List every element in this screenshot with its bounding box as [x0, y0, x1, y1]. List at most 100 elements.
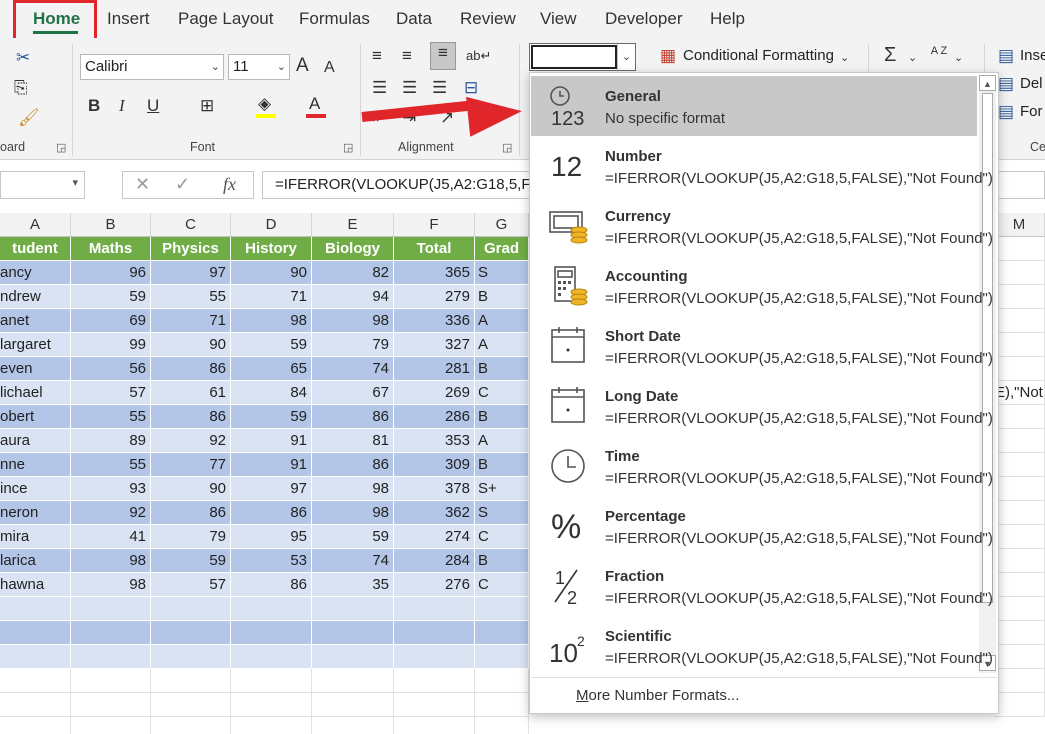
table-cell[interactable]: 276 — [394, 573, 475, 597]
conditional-formatting-button[interactable]: Conditional Formatting — [683, 47, 834, 64]
table-cell[interactable] — [231, 717, 312, 734]
header-cell[interactable]: Biology — [312, 237, 394, 261]
table-cell[interactable] — [475, 717, 529, 734]
number-format-option-currency[interactable]: Currency =IFERROR(VLOOKUP(J5,A2:G18,5,FAL… — [531, 196, 993, 256]
table-cell[interactable]: 89 — [71, 429, 151, 453]
table-cell[interactable]: 67 — [312, 381, 394, 405]
table-cell[interactable]: C — [475, 573, 529, 597]
align-bottom-icon[interactable]: ≡ — [430, 42, 456, 70]
table-cell[interactable]: A — [475, 309, 529, 333]
table-cell[interactable] — [151, 717, 231, 734]
table-cell[interactable]: 55 — [151, 285, 231, 309]
tab-home[interactable]: Home — [33, 9, 80, 29]
table-cell[interactable] — [71, 717, 151, 734]
column-header[interactable]: A — [0, 213, 71, 237]
table-cell[interactable] — [475, 597, 529, 621]
number-format-option-long-date[interactable]: Long Date =IFERROR(VLOOKUP(J5,A2:G18,5,FA… — [531, 376, 993, 436]
table-cell[interactable]: 92 — [151, 429, 231, 453]
table-cell[interactable]: 336 — [394, 309, 475, 333]
table-cell[interactable]: 86 — [151, 357, 231, 381]
table-cell[interactable] — [994, 549, 1045, 573]
table-cell[interactable]: 71 — [151, 309, 231, 333]
header-cell[interactable]: History — [231, 237, 312, 261]
delete-cells-button[interactable]: Del — [1020, 75, 1043, 92]
table-cell[interactable]: mira — [0, 525, 71, 549]
table-cell[interactable] — [312, 597, 394, 621]
number-format-option-time[interactable]: Time =IFERROR(VLOOKUP(J5,A2:G18,5,FALSE),… — [531, 436, 993, 496]
table-cell[interactable] — [231, 621, 312, 645]
table-cell[interactable]: even — [0, 357, 71, 381]
table-cell[interactable]: 98 — [312, 501, 394, 525]
format-painter-icon[interactable]: 🖌 — [18, 108, 40, 128]
table-cell[interactable] — [231, 597, 312, 621]
cut-icon[interactable]: ✂ — [16, 48, 30, 68]
table-cell[interactable]: 274 — [394, 525, 475, 549]
column-header[interactable]: G — [475, 213, 529, 237]
table-cell[interactable] — [312, 645, 394, 669]
table-cell[interactable] — [994, 429, 1045, 453]
table-cell[interactable]: S+ — [475, 477, 529, 501]
name-box[interactable]: ▾ — [0, 171, 85, 199]
table-cell[interactable]: 55 — [71, 405, 151, 429]
table-cell[interactable] — [475, 693, 529, 717]
table-cell[interactable]: 61 — [151, 381, 231, 405]
table-cell[interactable] — [231, 645, 312, 669]
table-cell[interactable] — [151, 645, 231, 669]
table-cell[interactable]: 71 — [231, 285, 312, 309]
table-cell[interactable]: hawna — [0, 573, 71, 597]
table-cell[interactable] — [151, 621, 231, 645]
delete-cells-icon[interactable]: ▤ — [998, 74, 1014, 94]
chevron-down-icon[interactable]: ⌄ — [617, 44, 635, 70]
tab-page-layout[interactable]: Page Layout — [178, 9, 273, 29]
table-cell[interactable]: 97 — [231, 477, 312, 501]
table-cell[interactable]: anet — [0, 309, 71, 333]
table-cell[interactable] — [994, 333, 1045, 357]
table-cell[interactable] — [71, 597, 151, 621]
align-left-icon[interactable]: ☰ — [372, 78, 387, 98]
number-format-option-accounting[interactable]: Accounting =IFERROR(VLOOKUP(J5,A2:G18,5,… — [531, 256, 993, 316]
tab-insert[interactable]: Insert — [107, 9, 150, 29]
table-cell[interactable]: 286 — [394, 405, 475, 429]
table-cell[interactable]: 86 — [312, 453, 394, 477]
table-cell[interactable] — [994, 309, 1045, 333]
table-cell[interactable]: 57 — [151, 573, 231, 597]
table-cell[interactable]: 327 — [394, 333, 475, 357]
table-cell[interactable]: 74 — [312, 357, 394, 381]
header-cell[interactable]: Physics — [151, 237, 231, 261]
table-cell[interactable] — [71, 693, 151, 717]
table-cell[interactable]: 79 — [151, 525, 231, 549]
table-cell[interactable]: 59 — [151, 549, 231, 573]
table-cell[interactable]: 35 — [312, 573, 394, 597]
enter-icon[interactable]: ✓ — [175, 174, 190, 195]
table-cell[interactable]: 57 — [71, 381, 151, 405]
number-format-option-percentage[interactable]: % Percentage =IFERROR(VLOOKUP(J5,A2:G18,5,… — [531, 496, 993, 556]
table-cell[interactable] — [394, 717, 475, 734]
table-cell[interactable] — [994, 597, 1045, 621]
table-cell[interactable]: 86 — [151, 501, 231, 525]
table-cell[interactable]: 91 — [231, 429, 312, 453]
table-cell[interactable]: 77 — [151, 453, 231, 477]
table-cell[interactable]: A — [475, 333, 529, 357]
table-cell[interactable] — [994, 405, 1045, 429]
table-cell[interactable]: 94 — [312, 285, 394, 309]
table-cell[interactable]: 90 — [231, 261, 312, 285]
autosum-icon[interactable]: Σ — [884, 45, 896, 65]
column-header[interactable]: B — [71, 213, 151, 237]
underline-button[interactable]: U — [147, 96, 159, 116]
header-cell[interactable]: tudent — [0, 237, 71, 261]
tab-data[interactable]: Data — [396, 9, 432, 29]
table-cell[interactable]: 98 — [312, 309, 394, 333]
table-cell[interactable]: lichael — [0, 381, 71, 405]
table-cell[interactable]: 362 — [394, 501, 475, 525]
sort-filter-icon[interactable]: A Z — [928, 46, 950, 57]
table-cell[interactable]: 90 — [151, 333, 231, 357]
tab-developer[interactable]: Developer — [605, 9, 683, 29]
table-cell[interactable] — [0, 669, 71, 693]
table-cell[interactable] — [994, 261, 1045, 285]
table-cell[interactable] — [994, 453, 1045, 477]
table-cell[interactable]: 86 — [231, 501, 312, 525]
fill-color-icon[interactable]: ◈ — [258, 94, 271, 114]
table-cell[interactable]: 81 — [312, 429, 394, 453]
table-cell[interactable]: 55 — [71, 453, 151, 477]
table-cell[interactable]: 98 — [71, 573, 151, 597]
